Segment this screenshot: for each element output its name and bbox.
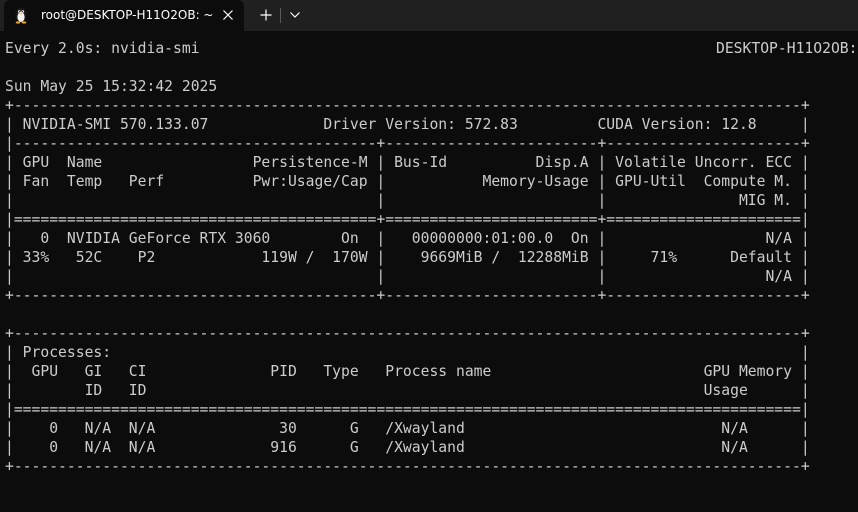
terminal-line: | Processes: |	[5, 344, 810, 361]
terminal-line: Sun May 25 15:32:42 2025	[5, 78, 218, 95]
terminal-line: | Fan Temp Perf Pwr:Usage/Cap | Memory-U…	[5, 173, 810, 190]
close-tab-button[interactable]	[218, 5, 238, 25]
tab-strip: root@DESKTOP-H11O2OB: ~	[0, 0, 858, 31]
terminal-line: +---------------------------------------…	[5, 287, 810, 304]
terminal-line: | 0 N/A N/A 30 G /Xwayland N/A |	[5, 420, 810, 437]
terminal-line: | 0 NVIDIA GeForce RTX 3060 On | 0000000…	[5, 230, 810, 247]
terminal-line: |---------------------------------------…	[5, 135, 810, 152]
close-icon	[223, 10, 233, 20]
terminal-window: root@DESKTOP-H11O2OB: ~ Every 2.0s: nvid…	[0, 0, 858, 512]
terminal-line: |=======================================…	[5, 211, 810, 228]
watch-header: Every 2.0s: nvidia-smi	[5, 40, 200, 57]
tab-separator	[280, 8, 281, 23]
hostname-label: DESKTOP-H11O2OB:	[716, 40, 858, 57]
terminal-line: | 0 N/A N/A 916 G /Xwayland N/A |	[5, 439, 810, 456]
terminal-line: +---------------------------------------…	[5, 458, 810, 475]
terminal-line: |=======================================…	[5, 401, 810, 418]
terminal-line: +---------------------------------------…	[5, 325, 810, 342]
terminal-line: | | | N/A |	[5, 268, 810, 285]
terminal-line: +---------------------------------------…	[5, 97, 810, 114]
terminal-line: | GPU Name Persistence-M | Bus-Id Disp.A…	[5, 154, 810, 171]
tab-title: root@DESKTOP-H11O2OB: ~	[41, 8, 214, 22]
tab-terminal[interactable]: root@DESKTOP-H11O2OB: ~	[4, 0, 244, 31]
profile-dropdown-button[interactable]	[285, 5, 305, 25]
terminal-output[interactable]: Every 2.0s: nvidia-smi DESKTOP-H11O2OB: …	[0, 31, 858, 512]
chevron-down-icon	[290, 12, 300, 18]
terminal-line: | | | MIG M. |	[5, 192, 810, 209]
terminal-line: | GPU GI CI PID Type Process name GPU Me…	[5, 363, 810, 380]
new-tab-button[interactable]	[256, 5, 276, 25]
terminal-line: | ID ID Usage |	[5, 382, 810, 399]
plus-icon	[260, 9, 272, 21]
linux-penguin-icon	[13, 6, 29, 24]
terminal-line: | NVIDIA-SMI 570.133.07 Driver Version: …	[5, 116, 810, 133]
terminal-line: | 33% 52C P2 119W / 170W | 9669MiB / 122…	[5, 249, 810, 266]
